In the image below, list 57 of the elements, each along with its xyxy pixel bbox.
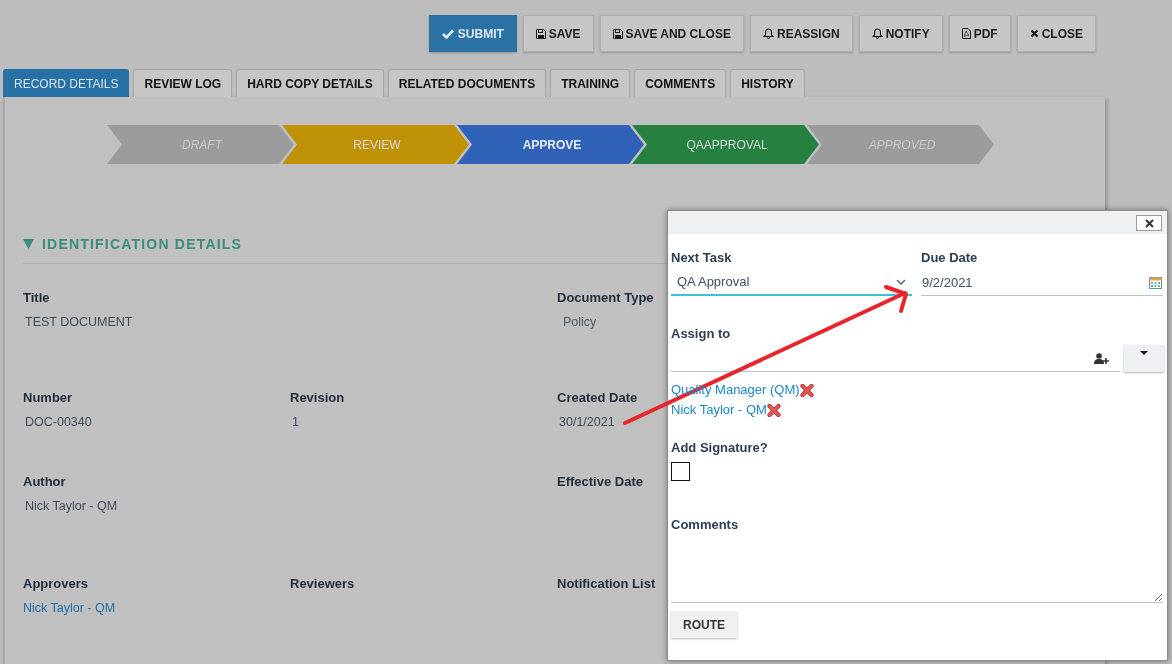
field-label: Number (23, 390, 73, 406)
caret-down-icon (1140, 351, 1148, 355)
tab[interactable]: COMMENTS (634, 69, 727, 97)
next-task-select[interactable]: QA Approval (671, 270, 912, 296)
tab[interactable]: TRAINING (550, 69, 631, 97)
field-label: Assign to (671, 326, 732, 342)
check-icon (441, 28, 454, 39)
field-label: Notification List (557, 576, 656, 592)
field-value: Policy (562, 314, 597, 330)
field-label: Next Task (671, 250, 733, 266)
field-label: Approvers (23, 576, 89, 592)
pdf-file-icon (961, 28, 971, 39)
submit-button[interactable]: SUBMIT (428, 15, 517, 52)
tab[interactable]: REVIEW LOG (133, 69, 233, 97)
bell-icon (871, 28, 883, 39)
field-label: Effective Date (557, 474, 643, 490)
field-label: Title (23, 290, 50, 306)
tab[interactable]: RELATED DOCUMENTS (387, 69, 547, 97)
calendar-icon[interactable] (1149, 276, 1162, 289)
field-value: Nick Taylor - QM (24, 498, 118, 514)
save-and-close-button[interactable]: SAVE AND CLOSE (599, 15, 744, 52)
field-label: Comments (671, 517, 740, 533)
assignee-link[interactable]: Nick Taylor - QM (671, 400, 767, 420)
close-button[interactable]: CLOSE (1016, 15, 1096, 52)
field-label: Add Signature? (671, 440, 769, 456)
field-value: 30/1/2021 (558, 414, 615, 430)
pdf-button[interactable]: PDF (948, 15, 1011, 52)
due-date-field[interactable]: 9/2/2021 (921, 270, 1163, 296)
field-label: Created Date (557, 390, 638, 406)
field-label: Due Date (921, 250, 979, 266)
close-icon (1144, 218, 1154, 228)
tab[interactable]: RECORD DETAILS (3, 69, 130, 97)
tab[interactable]: HARD COPY DETAILS (236, 69, 384, 97)
field-label: Revision (290, 390, 345, 406)
add-user-icon[interactable] (1094, 352, 1109, 364)
route-button[interactable]: ROUTE (671, 611, 737, 638)
bell-icon (762, 28, 774, 39)
reassign-button[interactable]: REASSIGN (749, 15, 853, 52)
chevron-down-icon (896, 279, 906, 285)
section-title: IDENTIFICATION DETAILS (42, 234, 243, 254)
notify-button[interactable]: NOTIFY (858, 15, 943, 52)
tab[interactable]: HISTORY (730, 69, 805, 97)
step-label: REVIEW (353, 137, 401, 152)
field-value: 1 (291, 414, 299, 430)
close-button[interactable] (1136, 215, 1162, 231)
remove-icon[interactable] (766, 403, 781, 417)
signature-checkbox[interactable] (671, 462, 690, 481)
field-label: Reviewers (290, 576, 355, 592)
step-label: QAAPPROVAL (686, 137, 768, 152)
step-label: APPROVE (522, 137, 582, 152)
save-button[interactable]: SAVE (522, 15, 594, 52)
field-value: TEST DOCUMENT (24, 314, 133, 330)
field-label: Author (23, 474, 66, 490)
field-value: DOC-00340 (24, 414, 92, 430)
close-icon (1029, 29, 1039, 38)
field-label: Document Type (557, 290, 654, 306)
remove-icon[interactable] (799, 383, 814, 397)
